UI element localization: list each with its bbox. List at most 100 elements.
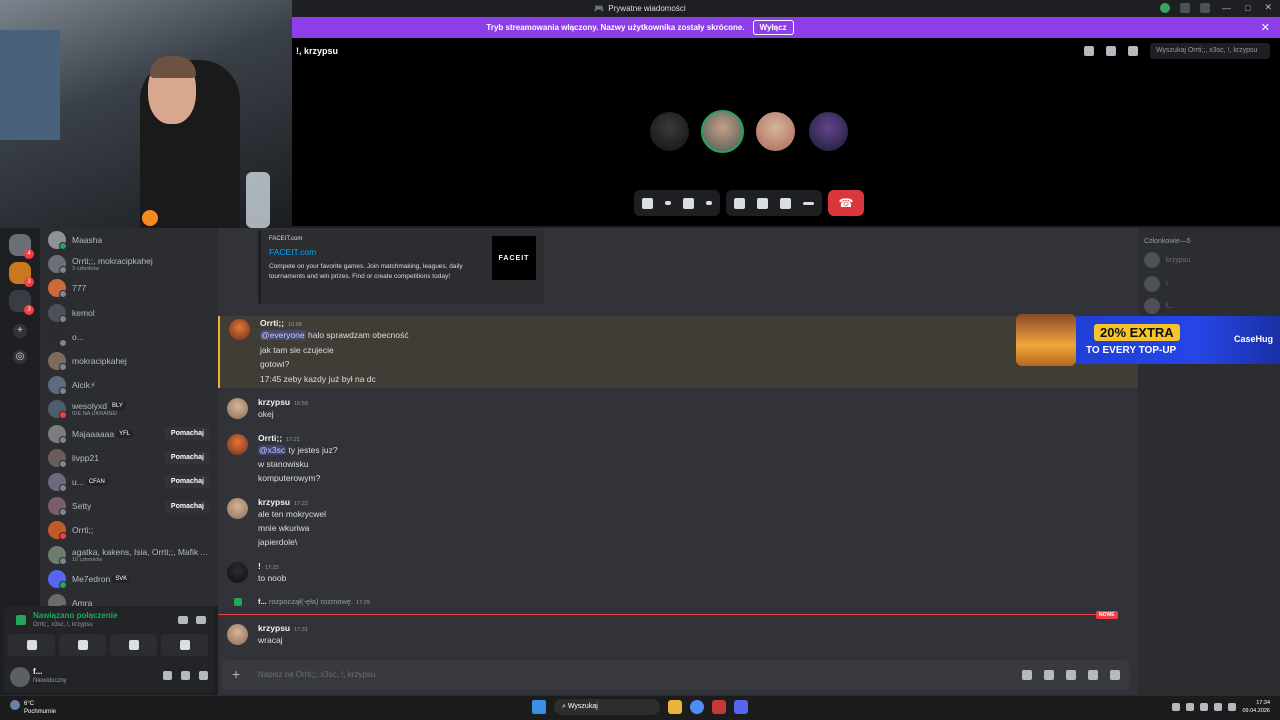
pin-icon[interactable] xyxy=(1084,46,1094,56)
server-icon[interactable]: 3 xyxy=(9,290,34,315)
dm-item[interactable]: Orrti;; xyxy=(40,518,218,542)
explore-icon[interactable]: ◎ xyxy=(13,350,27,364)
noise-suppression-icon[interactable] xyxy=(178,616,188,624)
dm-item[interactable]: Me7edron SVK xyxy=(40,567,218,591)
participant-avatar[interactable] xyxy=(754,110,797,153)
dm-item[interactable]: Setty Pomachaj xyxy=(40,494,218,518)
message-composer[interactable]: + Napisz na Orrti;;, x3sc, !, krzypsu xyxy=(222,660,1130,690)
gif-icon[interactable] xyxy=(1044,670,1054,680)
battery-icon[interactable] xyxy=(1228,703,1237,712)
clock[interactable]: 17:34 09.04.2026 xyxy=(1242,699,1270,716)
avatar[interactable] xyxy=(227,624,248,645)
inbox-icon[interactable] xyxy=(1180,3,1190,13)
avatar[interactable] xyxy=(10,667,30,687)
server-icon[interactable]: 4 xyxy=(9,234,34,259)
add-friends-icon[interactable] xyxy=(1106,46,1116,56)
emoji-icon[interactable] xyxy=(1088,670,1098,680)
search-input[interactable]: Wyszukaj Orrti;;, x3sc, !, krzypsu xyxy=(1150,43,1270,59)
participant-avatar[interactable] xyxy=(807,110,850,153)
activities-icon[interactable] xyxy=(757,197,768,209)
close-icon[interactable]: ✕ xyxy=(1261,21,1270,34)
mention[interactable]: @x3sc xyxy=(258,445,287,455)
avatar[interactable] xyxy=(229,319,250,340)
app-icon[interactable] xyxy=(712,700,726,714)
dm-item[interactable]: Majaaaaaa YFL Pomachaj xyxy=(40,422,218,446)
apps-icon[interactable] xyxy=(1110,670,1120,680)
avatar[interactable] xyxy=(227,562,248,583)
network-icon[interactable] xyxy=(1186,703,1195,712)
camera-off-icon[interactable] xyxy=(683,197,694,209)
signal-icon[interactable] xyxy=(16,615,26,625)
chevron-down-icon[interactable] xyxy=(665,201,671,205)
disable-streamer-mode-button[interactable]: Wyłącz xyxy=(752,20,794,35)
avatar[interactable] xyxy=(227,398,248,419)
avatar[interactable] xyxy=(227,434,248,455)
wave-button[interactable]: Pomachaj xyxy=(164,427,210,441)
dm-item[interactable]: mokracipkahej xyxy=(40,349,218,373)
disconnect-button[interactable]: ☎ xyxy=(828,190,864,216)
dm-item[interactable]: 777 xyxy=(40,276,218,300)
participant-avatar[interactable] xyxy=(701,110,744,153)
message-input[interactable]: Napisz na Orrti;;, x3sc, !, krzypsu xyxy=(258,670,375,679)
chevron-down-icon[interactable] xyxy=(706,201,712,205)
add-server-icon[interactable]: + xyxy=(13,324,27,338)
message-author[interactable]: Orrti;; 16:58 xyxy=(260,318,302,328)
server-icon[interactable]: 3 xyxy=(9,262,34,287)
screen-share-icon[interactable] xyxy=(734,197,745,209)
member-item[interactable]: krzypsu xyxy=(1144,252,1190,268)
taskbar-search[interactable]: ⌕ Wyszukaj xyxy=(554,699,660,715)
gift-icon[interactable] xyxy=(1022,670,1032,680)
discord-icon[interactable] xyxy=(734,700,748,714)
start-button[interactable] xyxy=(532,700,546,714)
embed-thumbnail[interactable]: FACEIT xyxy=(492,236,536,280)
sticker-icon[interactable] xyxy=(1066,670,1076,680)
participant-avatar[interactable] xyxy=(648,110,691,153)
chrome-icon[interactable] xyxy=(690,700,704,714)
dm-item[interactable]: kemol xyxy=(40,301,218,325)
message-author[interactable]: Orrti;; 17:21 xyxy=(258,433,300,443)
avatar[interactable] xyxy=(227,498,248,519)
message-author[interactable]: krzypsu 17:31 xyxy=(258,623,308,633)
dm-item[interactable]: Alcik⚡ xyxy=(40,373,218,397)
message-author[interactable]: krzypsu 17:22 xyxy=(258,497,308,507)
more-options-icon[interactable] xyxy=(803,201,814,205)
member-item[interactable]: f... xyxy=(1144,298,1174,314)
weather-widget[interactable]: 6°C Pochmurnie xyxy=(10,700,56,717)
help-icon[interactable] xyxy=(1200,3,1210,13)
dm-item[interactable]: Orrti;;, mokracipkahej 3 członków xyxy=(40,252,218,276)
nitro-icon[interactable] xyxy=(1160,3,1170,13)
dm-item[interactable]: Amra xyxy=(40,591,218,606)
username[interactable]: f... xyxy=(33,667,42,676)
screen-share-button[interactable] xyxy=(59,634,106,656)
soundboard-icon[interactable] xyxy=(780,197,791,209)
dm-item[interactable]: Maasha xyxy=(40,228,218,252)
member-item[interactable]: ! xyxy=(1144,276,1168,292)
microphone-icon[interactable] xyxy=(163,671,172,680)
wave-button[interactable]: Pomachaj xyxy=(164,475,210,489)
dm-item[interactable]: agatka, kakens, Isia, Orrti;;, Mafik ...… xyxy=(40,542,218,566)
mention[interactable]: @everyone xyxy=(260,330,306,340)
message-author[interactable]: krzypsu 16:58 xyxy=(258,397,308,407)
minimize-button[interactable]: — xyxy=(1222,3,1231,13)
close-button[interactable]: ✕ xyxy=(1264,2,1272,13)
display-icon[interactable] xyxy=(1200,703,1209,712)
message-author[interactable]: ! 17:23 xyxy=(258,561,279,571)
volume-icon[interactable] xyxy=(1214,703,1223,712)
dm-item[interactable]: wesolyxd BLY IDE NA UKRAINE! xyxy=(40,397,218,421)
headphones-icon[interactable] xyxy=(181,671,190,680)
attach-icon[interactable]: + xyxy=(232,667,240,681)
microphone-icon[interactable] xyxy=(642,197,653,209)
chevron-up-icon[interactable] xyxy=(1172,703,1181,712)
system-actor[interactable]: f... xyxy=(258,597,267,606)
wave-button[interactable]: Pomachaj xyxy=(164,451,210,465)
camera-button[interactable] xyxy=(8,634,55,656)
gear-icon[interactable] xyxy=(199,671,208,680)
file-explorer-icon[interactable] xyxy=(668,700,682,714)
members-icon[interactable] xyxy=(1128,46,1138,56)
activities-button[interactable] xyxy=(110,634,157,656)
maximize-button[interactable]: □ xyxy=(1245,3,1250,13)
wave-button[interactable]: Pomachaj xyxy=(164,499,210,513)
dm-item[interactable]: o... xyxy=(40,325,218,349)
dm-item[interactable]: u... CFAN Pomachaj xyxy=(40,470,218,494)
voice-status[interactable]: Nawiązano połączenie xyxy=(33,611,117,620)
